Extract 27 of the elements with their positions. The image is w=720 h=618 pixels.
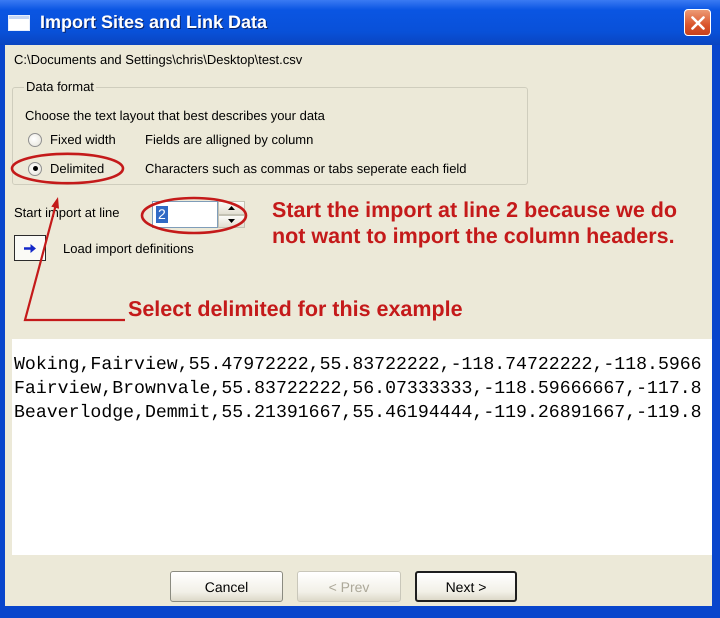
window-title: Import Sites and Link Data: [40, 12, 268, 33]
preview-line: Woking,Fairview,55.47972222,55.83722222,-118.74722222,-118.5966: [14, 354, 703, 377]
window-icon: [8, 14, 30, 30]
caret-up-icon: [228, 206, 235, 210]
preview-line: Fairview,Brownvale,55.83722222,56.07333333,-118.59666667,-117.8: [14, 378, 703, 401]
option-label[interactable]: Fixed width: [50, 132, 145, 147]
close-button[interactable]: [684, 9, 711, 36]
annotation-text: Start the import at line 2 because we do not want to import the column headers.: [272, 197, 678, 249]
load-definitions-label: Load import definitions: [63, 240, 194, 256]
start-line-field[interactable]: 2: [152, 201, 218, 228]
option-description: Fields are alligned by column: [145, 132, 314, 147]
group-legend: Data format: [24, 79, 96, 95]
wizard-button[interactable]: Next >: [415, 571, 517, 602]
load-definitions-button[interactable]: [14, 235, 46, 261]
radio-button[interactable]: [28, 132, 42, 146]
option-description: Characters such as commas or tabs seperate each field: [145, 161, 467, 176]
radio-button[interactable]: [28, 162, 42, 176]
option-label[interactable]: Delimited: [50, 161, 145, 176]
preview-line: Beaverlodge,Demmit,55.21391667,55.46194444,-119.26891667,-119.8: [14, 402, 703, 425]
file-path: C:\Documents and Settings\chris\Desktop\test.csv: [14, 52, 304, 68]
close-icon: [690, 16, 704, 30]
instruction-text: Choose the text layout that best describes your data: [25, 107, 326, 125]
selected-value: 2: [156, 206, 168, 223]
annotation-text: Select delimited for this example: [128, 296, 464, 322]
wizard-button[interactable]: Cancel: [170, 571, 283, 602]
right-arrow-icon: [24, 244, 36, 252]
caret-down-icon: [228, 219, 235, 224]
